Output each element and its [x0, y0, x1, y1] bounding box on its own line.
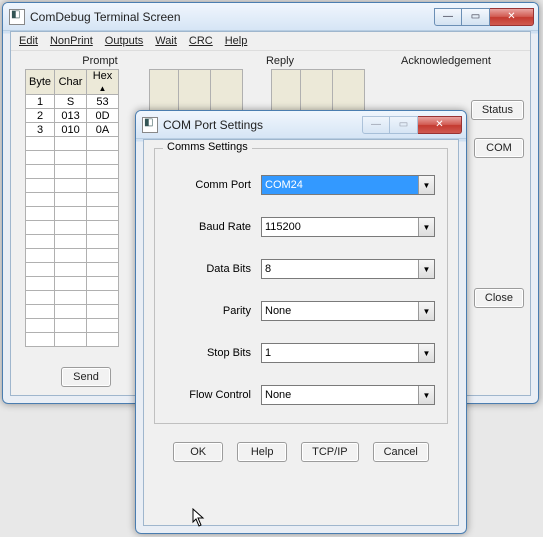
table-row: [26, 207, 119, 221]
table-row: [26, 179, 119, 193]
menu-outputs[interactable]: Outputs: [105, 35, 144, 47]
parity-row: Parity None ▼: [167, 301, 435, 321]
close-dialog-button[interactable]: ✕: [418, 116, 462, 134]
col-hex[interactable]: Hex: [87, 70, 119, 95]
prompt-grid[interactable]: Byte Char Hex 1S53 20130D 30100A: [25, 69, 119, 347]
app-icon: [142, 117, 158, 133]
close-window-button[interactable]: ✕: [490, 8, 534, 26]
parity-label: Parity: [167, 305, 251, 317]
main-titlebar[interactable]: ComDebug Terminal Screen — ▭ ✕: [3, 3, 538, 31]
help-button[interactable]: Help: [237, 442, 287, 462]
table-row: [26, 193, 119, 207]
table-row: 20130D: [26, 109, 119, 123]
main-title: ComDebug Terminal Screen: [30, 10, 434, 24]
ok-button[interactable]: OK: [173, 442, 223, 462]
prompt-header: Prompt: [25, 55, 175, 67]
comm-port-row: Comm Port COM24 ▼: [167, 175, 435, 195]
dialog-title: COM Port Settings: [163, 118, 362, 132]
table-row: [26, 319, 119, 333]
chevron-down-icon[interactable]: ▼: [418, 176, 434, 194]
flow-control-combo[interactable]: None ▼: [261, 385, 435, 405]
close-button[interactable]: Close: [474, 288, 524, 308]
maximize-button: ▭: [390, 116, 418, 134]
table-row: [26, 235, 119, 249]
data-bits-combo[interactable]: 8 ▼: [261, 259, 435, 279]
menu-crc[interactable]: CRC: [189, 35, 213, 47]
menubar: Edit NonPrint Outputs Wait CRC Help: [11, 32, 530, 51]
data-bits-row: Data Bits 8 ▼: [167, 259, 435, 279]
table-row: 30100A: [26, 123, 119, 137]
chevron-down-icon[interactable]: ▼: [418, 260, 434, 278]
ack-header: Acknowledgement: [371, 55, 521, 67]
send-button[interactable]: Send: [61, 367, 111, 387]
table-row: [26, 277, 119, 291]
dialog-button-row: OK Help TCP/IP Cancel: [144, 432, 458, 476]
baud-rate-combo[interactable]: 115200 ▼: [261, 217, 435, 237]
comm-port-label: Comm Port: [167, 179, 251, 191]
section-headers: Prompt Reply Acknowledgement: [11, 51, 530, 67]
stop-bits-combo[interactable]: 1 ▼: [261, 343, 435, 363]
reply-header: Reply: [205, 55, 355, 67]
app-icon: [9, 9, 25, 25]
col-char[interactable]: Char: [55, 70, 87, 95]
menu-nonprint[interactable]: NonPrint: [50, 35, 93, 47]
table-row: 1S53: [26, 95, 119, 109]
menu-edit[interactable]: Edit: [19, 35, 38, 47]
flow-control-label: Flow Control: [167, 389, 251, 401]
tcpip-button[interactable]: TCP/IP: [301, 442, 358, 462]
table-row: [26, 291, 119, 305]
menu-help[interactable]: Help: [225, 35, 248, 47]
dialog-titlebar[interactable]: COM Port Settings — ▭ ✕: [136, 111, 466, 139]
table-row: [26, 333, 119, 347]
table-row: [26, 305, 119, 319]
maximize-button[interactable]: ▭: [462, 8, 490, 26]
minimize-button[interactable]: —: [434, 8, 462, 26]
group-legend: Comms Settings: [163, 141, 252, 153]
menu-wait[interactable]: Wait: [155, 35, 177, 47]
table-row: [26, 137, 119, 151]
table-row: [26, 249, 119, 263]
table-row: [26, 263, 119, 277]
flow-control-row: Flow Control None ▼: [167, 385, 435, 405]
chevron-down-icon[interactable]: ▼: [418, 302, 434, 320]
chevron-down-icon[interactable]: ▼: [418, 386, 434, 404]
comms-settings-group: Comms Settings Comm Port COM24 ▼ Baud Ra…: [154, 148, 448, 424]
com-button[interactable]: COM: [474, 138, 524, 158]
table-row: [26, 221, 119, 235]
chevron-down-icon[interactable]: ▼: [418, 218, 434, 236]
col-byte[interactable]: Byte: [26, 70, 55, 95]
parity-combo[interactable]: None ▼: [261, 301, 435, 321]
chevron-down-icon[interactable]: ▼: [418, 344, 434, 362]
com-port-settings-dialog: COM Port Settings — ▭ ✕ Comms Settings C…: [135, 110, 467, 534]
table-row: [26, 165, 119, 179]
stop-bits-row: Stop Bits 1 ▼: [167, 343, 435, 363]
status-button[interactable]: Status: [471, 100, 524, 120]
comm-port-combo[interactable]: COM24 ▼: [261, 175, 435, 195]
dialog-client-area: Comms Settings Comm Port COM24 ▼ Baud Ra…: [143, 139, 459, 526]
table-row: [26, 151, 119, 165]
data-bits-label: Data Bits: [167, 263, 251, 275]
minimize-button: —: [362, 116, 390, 134]
window-controls: — ▭ ✕: [434, 8, 534, 26]
stop-bits-label: Stop Bits: [167, 347, 251, 359]
window-controls: — ▭ ✕: [362, 116, 462, 134]
cancel-button[interactable]: Cancel: [373, 442, 429, 462]
baud-rate-label: Baud Rate: [167, 221, 251, 233]
baud-rate-row: Baud Rate 115200 ▼: [167, 217, 435, 237]
